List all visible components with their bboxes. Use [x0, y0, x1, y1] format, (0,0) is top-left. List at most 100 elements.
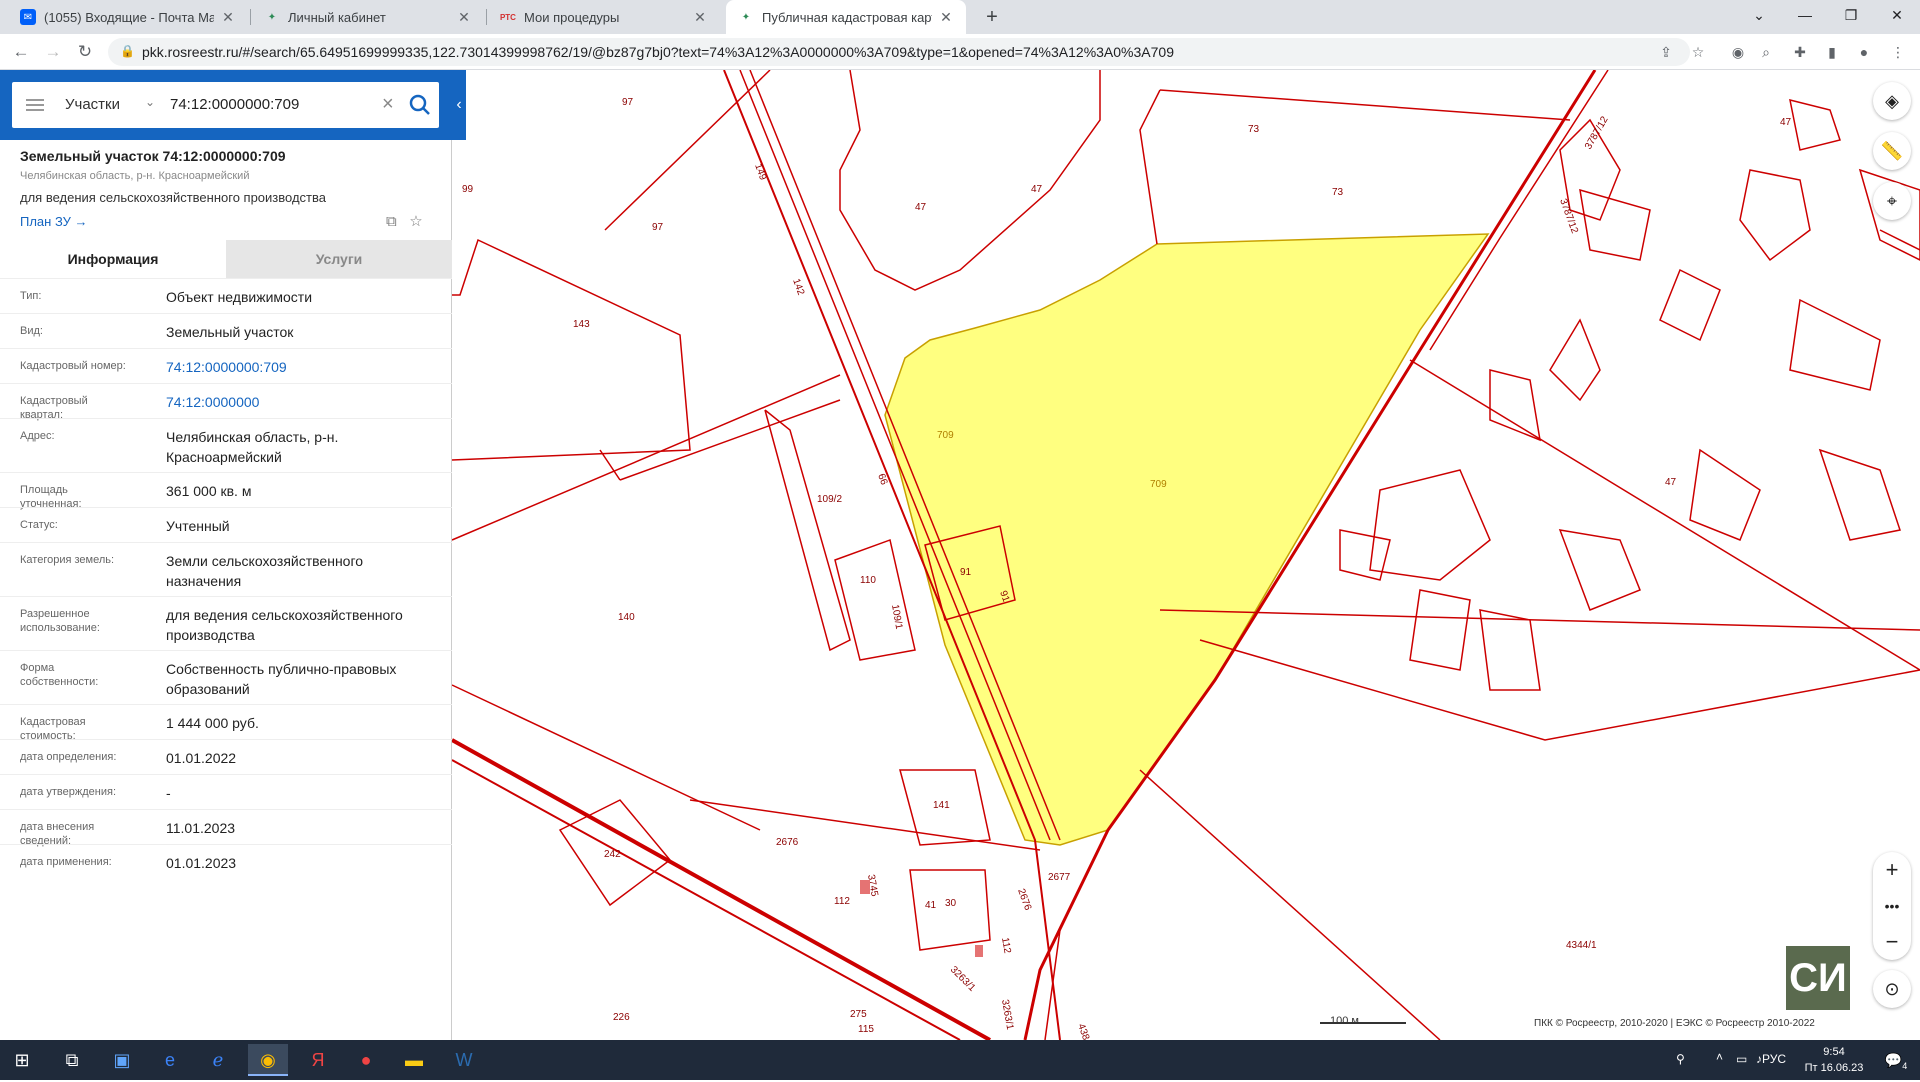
close-tab-icon[interactable]: ✕: [938, 9, 954, 26]
reload-icon[interactable]: ↻: [72, 39, 98, 65]
restore-icon[interactable]: ❐: [1828, 0, 1874, 30]
favorite-star-icon[interactable]: ☆: [409, 213, 422, 230]
file-explorer-icon[interactable]: ▬: [394, 1044, 434, 1076]
chrome-icon[interactable]: ◉: [248, 1044, 288, 1076]
prop-value: -: [166, 785, 171, 801]
people-icon[interactable]: ⚲: [1676, 1052, 1685, 1066]
layers-icon[interactable]: ◈: [1873, 82, 1911, 120]
task-view-icon[interactable]: ⧉: [52, 1044, 92, 1076]
prop-row: Адрес: Челябинская область, р-н. Красноа…: [0, 418, 452, 472]
map-label: 91: [960, 567, 972, 578]
map-label: 2677: [1048, 872, 1071, 883]
ie-icon[interactable]: ℯ: [198, 1044, 238, 1076]
ruler-icon[interactable]: 📏: [1873, 132, 1911, 170]
yandex-browser-icon[interactable]: Я: [298, 1044, 338, 1076]
prop-key: Адрес:: [20, 430, 55, 442]
map-label: 2676: [1015, 887, 1033, 912]
tab-services[interactable]: Услуги: [226, 240, 452, 278]
cadastral-quarter-link[interactable]: 74:12:0000000: [166, 392, 436, 412]
map-label: 2676: [776, 837, 799, 848]
edge-icon[interactable]: e: [150, 1044, 190, 1076]
prop-key: Статус:: [20, 519, 58, 531]
map-label: 30: [945, 898, 957, 909]
share-icon[interactable]: ⇪: [1656, 42, 1676, 62]
zoom-icon[interactable]: ⌕: [1756, 42, 1776, 62]
locate-icon[interactable]: ⌖: [1873, 182, 1911, 220]
forward-icon[interactable]: →: [40, 39, 66, 65]
browser-tab-mail[interactable]: ✉ (1055) Входящие - Почта Mail.ru ✕: [8, 0, 248, 34]
notifications-icon[interactable]: 💬4: [1876, 1044, 1916, 1076]
map-label: 709: [937, 430, 954, 441]
network-icon[interactable]: ▭: [1736, 1052, 1747, 1066]
map-label: 73: [1248, 124, 1260, 135]
back-icon[interactable]: ←: [8, 39, 34, 65]
map-label: 47: [1665, 477, 1677, 488]
windows-taskbar: ⊞ ⧉ ▣ e ℯ ◉ Я ● ▬ W ⚲ ˄ ▭ ♪ РУС 9:54 Пт …: [0, 1040, 1920, 1080]
search-icon[interactable]: [407, 92, 433, 118]
menu-icon[interactable]: [26, 96, 44, 114]
windows-start-icon[interactable]: ⊞: [2, 1044, 42, 1076]
selected-parcel-709: [884, 233, 1490, 846]
close-tab-icon[interactable]: ✕: [456, 9, 472, 26]
minimize-icon[interactable]: —: [1782, 0, 1828, 30]
map-label: 3787/12: [1583, 114, 1611, 151]
prop-row: Категория земель: Земли сельскохозяйстве…: [0, 542, 452, 596]
map-label: 110: [860, 575, 876, 586]
bookmark-star-icon[interactable]: ☆: [1688, 42, 1708, 62]
clock[interactable]: 9:54 Пт 16.06.23: [1804, 1044, 1864, 1076]
language-indicator[interactable]: РУС: [1762, 1052, 1786, 1066]
search-input[interactable]: 74:12:0000000:709: [170, 96, 299, 113]
browser-tab-cadastral-map[interactable]: ✦ Публичная кадастровая карта ✕: [726, 0, 966, 34]
info-sidebar: Земельный участок 74:12:0000000:709 Челя…: [0, 70, 452, 1040]
copy-search-icon[interactable]: ⧉: [386, 213, 397, 230]
map-label: 3263/1: [999, 999, 1015, 1031]
plan-link[interactable]: План ЗУ →: [20, 214, 88, 229]
rosreestr-icon: ✦: [741, 11, 751, 23]
page-content: 97 99 97 47 47 73 73 3787/12 3787/12 47 …: [0, 70, 1920, 1040]
map-label: 141: [933, 800, 950, 811]
map-label: 109/1: [889, 604, 904, 631]
browser-tab-cabinet[interactable]: ✦ Личный кабинет ✕: [252, 0, 484, 34]
browser-tab-procedures[interactable]: РТС Мои процедуры ✕: [488, 0, 720, 34]
prop-value: для ведения сельскохозяйственного произв…: [166, 607, 403, 643]
new-tab-button[interactable]: +: [978, 4, 1006, 30]
tab-separator: [486, 9, 487, 25]
word-icon[interactable]: W: [444, 1044, 484, 1076]
compass-icon[interactable]: ⊙: [1873, 970, 1911, 1008]
url-text[interactable]: pkk.rosreestr.ru/#/search/65.64951699999…: [142, 44, 1174, 60]
prop-value: 361 000 кв. м: [166, 483, 252, 499]
close-tab-icon[interactable]: ✕: [692, 9, 708, 26]
profile-avatar-icon[interactable]: ●: [1854, 42, 1874, 62]
close-window-icon[interactable]: ✕: [1874, 0, 1920, 30]
close-tab-icon[interactable]: ✕: [220, 9, 236, 26]
object-actions: ⧉ ☆: [386, 212, 423, 230]
extension-icon[interactable]: ◉: [1728, 42, 1748, 62]
map-label: 275: [850, 1009, 867, 1020]
zoom-more-icon[interactable]: •••: [1873, 888, 1911, 924]
tab-information[interactable]: Информация: [0, 240, 226, 278]
prop-row: Статус: Учтенный: [0, 507, 452, 542]
address-bar[interactable]: 🔒 pkk.rosreestr.ru/#/search/65.649516999…: [108, 38, 1690, 66]
zoom-out-button[interactable]: −: [1873, 924, 1911, 960]
lock-icon[interactable]: 🔒: [120, 44, 135, 58]
map-label: 47: [1031, 184, 1043, 195]
map-label: 97: [652, 222, 664, 233]
clear-icon[interactable]: ×: [382, 93, 394, 116]
map-label: 99: [462, 184, 474, 195]
tab-search-icon[interactable]: ⌄: [1736, 0, 1782, 30]
prop-value: Земли сельскохозяйственного назначения: [166, 553, 364, 589]
menu-kebab-icon[interactable]: ⋮: [1888, 42, 1908, 62]
window-icon[interactable]: ▣: [102, 1044, 142, 1076]
cadastral-number-link[interactable]: 74:12:0000000:709: [166, 357, 436, 377]
yandex-icon[interactable]: ●: [346, 1044, 386, 1076]
collapse-panel-button[interactable]: ‹: [452, 70, 466, 140]
extensions-puzzle-icon[interactable]: ✚: [1790, 42, 1810, 62]
zoom-in-button[interactable]: +: [1873, 852, 1911, 888]
tray-expand-icon[interactable]: ˄: [1716, 1050, 1723, 1064]
map-label: 242: [604, 849, 621, 860]
prop-row: Кадастровая стоимость: 1 444 000 руб.: [0, 704, 452, 742]
chevron-down-icon[interactable]: ⌄: [145, 95, 155, 109]
prop-key: дата утверждения:: [20, 786, 117, 798]
search-type-select[interactable]: Участки: [65, 96, 120, 113]
sidepanel-icon[interactable]: ▮: [1822, 42, 1842, 62]
